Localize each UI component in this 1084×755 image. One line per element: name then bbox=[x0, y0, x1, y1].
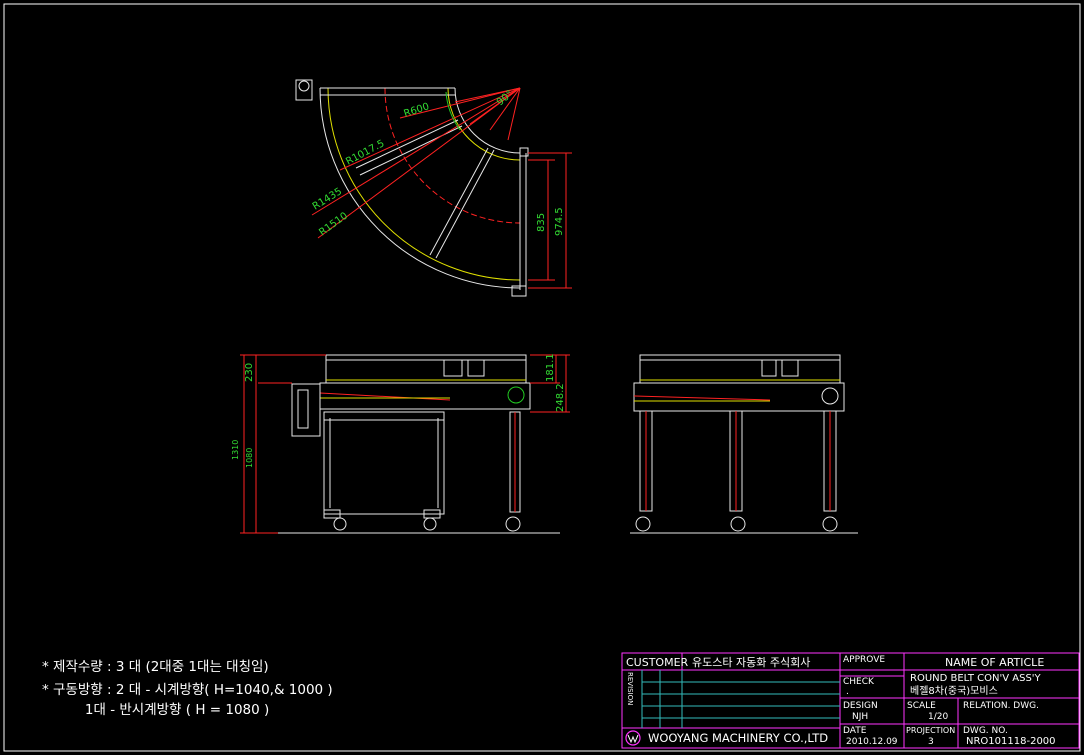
cad-drawing: R600 R1017.5 R1435 R1510 90° 835 974.5 2… bbox=[3, 3, 1081, 752]
dim-181: 181.1 bbox=[545, 353, 556, 382]
check-value: . bbox=[846, 687, 849, 697]
dim-r1510: R1510 bbox=[317, 210, 350, 238]
article-name: ROUND BELT CON'V ASS'Y bbox=[910, 673, 1042, 684]
scale-value: 1/20 bbox=[928, 712, 948, 722]
projection-label: PROJECTION bbox=[906, 726, 955, 735]
dim-835: 835 bbox=[536, 213, 547, 232]
dim-230: 230 bbox=[244, 363, 255, 382]
check-label: CHECK bbox=[843, 677, 875, 687]
note-direction-2: 1대 - 반시계방향 ( H = 1080 ) bbox=[42, 702, 270, 718]
dim-r1435: R1435 bbox=[311, 186, 344, 213]
dim-1310: 1310 bbox=[231, 440, 240, 460]
scale-label: SCALE bbox=[907, 701, 936, 711]
note-direction: * 구동방향 : 2 대 - 시계방향( H=1040,& 1000 ) bbox=[42, 682, 333, 698]
front-view bbox=[240, 354, 570, 534]
customer-label: CUSTOMER bbox=[626, 656, 689, 669]
dwg-label: DWG. NO. bbox=[963, 726, 1008, 736]
name-label: NAME OF ARTICLE bbox=[945, 656, 1044, 669]
drawing-border bbox=[3, 3, 1081, 752]
design-value: NJH bbox=[852, 712, 868, 722]
relation-label: RELATION. DWG. bbox=[963, 701, 1039, 711]
date-value: 2010.12.09 bbox=[846, 737, 898, 747]
customer-value: 유도스타 자동화 주식회사 bbox=[692, 656, 810, 669]
design-label: DESIGN bbox=[843, 701, 878, 711]
revision-label: REVISION bbox=[626, 672, 634, 705]
approve-label: APPROVE bbox=[843, 655, 885, 665]
dim-r600: R600 bbox=[403, 101, 431, 120]
dim-248: 248.2 bbox=[555, 383, 566, 412]
projection-value: 3 bbox=[928, 737, 934, 747]
note-quantity: * 제작수량 : 3 대 (2대중 1대는 대칭임) bbox=[42, 659, 269, 675]
company-name: WOOYANG MACHINERY CO.,LTD bbox=[648, 731, 828, 745]
dwg-value: NRO101118-2000 bbox=[966, 736, 1056, 747]
dim-1080: 1080 bbox=[245, 448, 254, 468]
dim-974: 974.5 bbox=[554, 207, 565, 236]
date-label: DATE bbox=[843, 726, 867, 736]
article-sub: 베젤8차(중국)모비스 bbox=[910, 685, 998, 697]
side-view bbox=[630, 354, 858, 534]
